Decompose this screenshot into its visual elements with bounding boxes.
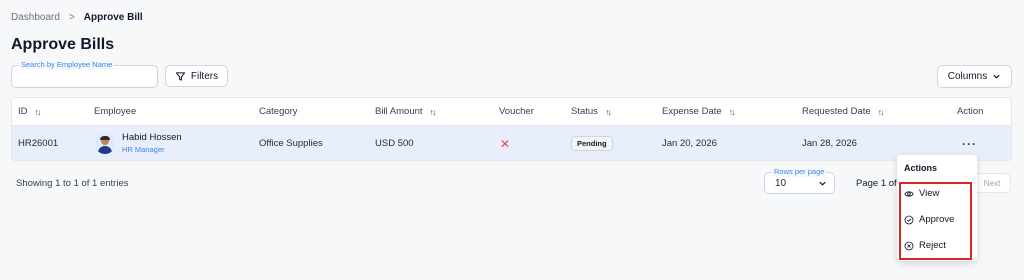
columns-label: Columns (947, 71, 988, 82)
avatar (95, 133, 115, 154)
breadcrumb: Dashboard > Approve Bill (11, 12, 143, 23)
header-expense-date-label: Expense Date (662, 106, 722, 117)
table-row[interactable]: HR26001 Habid Hossen HR Manager Office S… (12, 126, 1011, 160)
breadcrumb-separator: > (68, 12, 75, 23)
cell-expense-date: Jan 20, 2026 (662, 138, 717, 149)
header-id[interactable]: ID ↑↓ (18, 98, 42, 125)
rows-per-page-value: 10 (775, 177, 787, 189)
actions-menu: Actions View Approve Reject (897, 155, 977, 261)
header-employee-label: Employee (94, 106, 137, 117)
employee-name: Habid Hossen (122, 131, 182, 143)
header-expense-date[interactable]: Expense Date ↑↓ (662, 98, 736, 125)
breadcrumb-current: Approve Bill (83, 12, 143, 23)
search-label: Search by Employee Name (19, 60, 115, 70)
cell-requested-date: Jan 28, 2026 (802, 138, 857, 149)
chevron-down-icon (819, 181, 826, 186)
menu-item-label: Reject (919, 240, 946, 251)
next-button[interactable]: Next (973, 173, 1011, 193)
cell-id: HR26001 (18, 138, 59, 149)
cell-status: Pending (571, 126, 613, 160)
header-status[interactable]: Status ↑↓ (571, 98, 612, 125)
menu-item-approve[interactable]: Approve (904, 214, 954, 225)
breadcrumb-dashboard-link[interactable]: Dashboard (11, 12, 60, 23)
page-title: Approve Bills (11, 36, 115, 53)
filters-button[interactable]: Filters (165, 65, 228, 87)
sort-icon[interactable]: ↑↓ (878, 107, 885, 117)
header-category: Category (259, 98, 298, 125)
header-requested-date[interactable]: Requested Date ↑↓ (802, 98, 885, 125)
header-employee: Employee (94, 98, 136, 125)
menu-item-reject[interactable]: Reject (904, 240, 946, 251)
page-indicator: Page 1 of (856, 178, 897, 189)
chevron-down-icon (993, 74, 1000, 79)
header-bill-amount-label: Bill Amount (375, 106, 423, 117)
cell-category: Office Supplies (259, 138, 323, 149)
sort-icon[interactable]: ↑↓ (35, 107, 42, 117)
menu-item-label: Approve (919, 214, 955, 225)
sort-icon[interactable]: ↑↓ (729, 107, 736, 117)
more-actions-icon[interactable]: ··· (962, 137, 977, 151)
entries-summary: Showing 1 to 1 of 1 entries (16, 178, 129, 189)
rows-per-page-label: Rows per page (772, 167, 827, 177)
status-badge: Pending (571, 136, 613, 151)
sort-icon[interactable]: ↑↓ (605, 107, 612, 117)
filter-icon (175, 71, 186, 81)
menu-item-view[interactable]: View (904, 188, 939, 199)
columns-button[interactable]: Columns (937, 65, 1012, 88)
x-circle-icon (904, 241, 914, 250)
filters-label: Filters (190, 70, 219, 82)
cell-employee: Habid Hossen HR Manager (95, 126, 182, 160)
sort-icon[interactable]: ↑↓ (430, 107, 437, 117)
voucher-missing-icon: ✕ (500, 136, 511, 151)
check-circle-icon (904, 215, 914, 224)
header-voucher-label: Voucher (499, 106, 534, 117)
menu-item-label: View (919, 188, 940, 199)
bills-table: ID ↑↓ Employee Category Bill Amount ↑↓ V… (11, 97, 1012, 161)
header-requested-date-label: Requested Date (802, 106, 871, 117)
cell-voucher: ✕ (500, 126, 511, 160)
header-action-label: Action (957, 106, 984, 117)
header-action: Action (957, 98, 983, 125)
search-input[interactable]: Search by Employee Name (11, 60, 158, 88)
cell-bill-amount: USD 500 (375, 138, 414, 149)
header-voucher: Voucher (499, 98, 534, 125)
employee-role: HR Manager (122, 144, 165, 154)
rows-per-page-select[interactable]: Rows per page 10 (764, 167, 835, 194)
actions-menu-title: Actions (904, 163, 938, 173)
eye-icon (904, 190, 914, 197)
header-bill-amount[interactable]: Bill Amount ↑↓ (375, 98, 437, 125)
header-status-label: Status (571, 106, 598, 117)
table-header: ID ↑↓ Employee Category Bill Amount ↑↓ V… (12, 98, 1011, 126)
header-id-label: ID (18, 106, 28, 117)
header-category-label: Category (259, 106, 298, 117)
